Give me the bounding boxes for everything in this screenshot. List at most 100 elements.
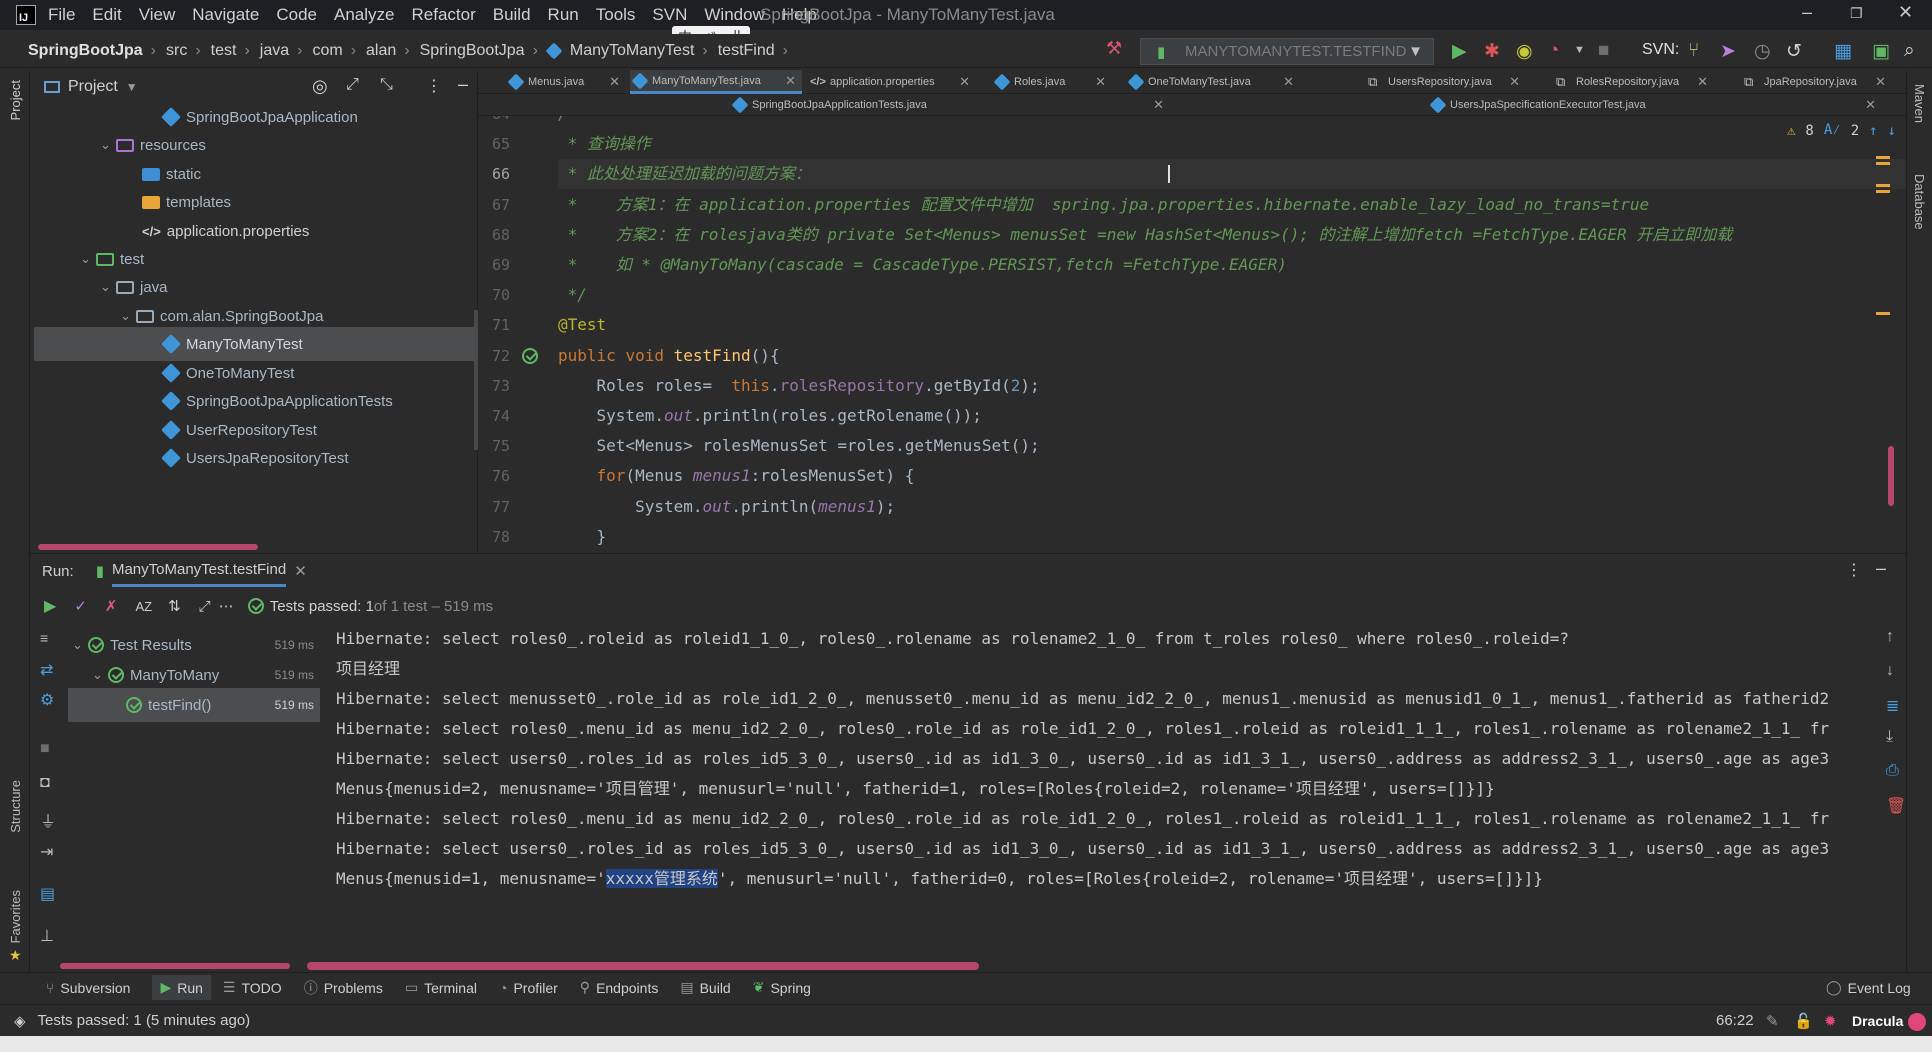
error-stripe-mark[interactable] xyxy=(1876,190,1890,193)
code-line[interactable]: @Test@Test xyxy=(558,310,606,340)
run-tab[interactable]: ManyToManyTest.testFind xyxy=(111,555,287,587)
console-output[interactable]: Hibernate: select roles0_.roleid as role… xyxy=(322,624,1882,924)
line-number[interactable]: 75 xyxy=(478,437,510,455)
line-number[interactable]: 66 xyxy=(478,165,510,183)
edit-icon[interactable]: ✎ xyxy=(1766,1012,1779,1030)
line-number[interactable]: 74 xyxy=(478,407,510,425)
test-results-root[interactable]: ⌄ Test Results 519 ms xyxy=(68,628,320,662)
code-line[interactable]: * 此处处理延迟加载的问题方案： * 此处处理延迟加载的问题方案： xyxy=(558,159,811,189)
menu-refactor[interactable]: Refactor xyxy=(411,5,475,25)
project-view-select[interactable]: Project xyxy=(68,78,118,96)
project-hscrollbar[interactable] xyxy=(38,544,258,550)
debug-icon[interactable]: ✱ xyxy=(1484,40,1500,63)
line-number[interactable]: 67 xyxy=(478,196,510,214)
todo-tool-button[interactable]: ☰ TODO xyxy=(223,979,282,996)
line-number[interactable]: 71 xyxy=(478,316,510,334)
breadcrumb-java[interactable]: java xyxy=(260,42,289,60)
run-configuration-select[interactable]: ▮ MANYTOMANYTEST.TESTFIND ▼ xyxy=(1140,38,1434,65)
terminal-tool-button[interactable]: ▭ Terminal xyxy=(405,979,477,996)
error-stripe-mark[interactable] xyxy=(1876,312,1890,315)
code-line[interactable]: Set<Menus> rolesMenusSet =roles.getMenus… xyxy=(558,431,1040,461)
tab-roles[interactable]: Roles.java ✕ xyxy=(992,70,1112,94)
menu-tools[interactable]: Tools xyxy=(596,5,636,25)
soft-wrap-icon[interactable]: ≣ xyxy=(1886,696,1899,716)
arrow-down-icon[interactable]: ↓ xyxy=(1886,662,1894,680)
camera-icon[interactable]: ◘ xyxy=(40,774,50,792)
more-options-icon[interactable]: ⋮ xyxy=(1846,560,1862,580)
close-tab-icon[interactable]: ✕ xyxy=(609,74,620,90)
breadcrumb-com[interactable]: com xyxy=(312,42,342,60)
power-save-icon[interactable]: ✹ xyxy=(1824,1012,1837,1030)
arrow-up-icon[interactable]: ↑ xyxy=(1869,123,1877,139)
chevron-down-icon[interactable]: ⌄ xyxy=(120,308,136,324)
profiler-tool-button[interactable]: ◔ Profiler xyxy=(499,980,558,996)
collapse-icon[interactable]: ⤡ xyxy=(380,76,393,94)
run-icon[interactable]: ▶ xyxy=(1452,40,1467,63)
chevron-down-icon[interactable]: ▼ xyxy=(126,80,138,94)
rollback-icon[interactable]: ↺ xyxy=(1786,40,1802,63)
menu-code[interactable]: Code xyxy=(276,5,317,25)
database-stripe-button[interactable]: Database xyxy=(1912,174,1927,230)
code-editor[interactable]: 64 65 66 67 68 69 70 71 72 73 74 75 76 77 78 ⚠ 8 A⁄ 2 ↑ … xyxy=(478,116,1906,552)
event-log-button[interactable]: ◯ Event Log xyxy=(1826,979,1911,996)
show-ignored-icon[interactable]: ✗ xyxy=(105,597,118,615)
breadcrumb-method[interactable]: testFind xyxy=(718,42,775,60)
print-icon[interactable]: ⎙ xyxy=(1886,762,1899,780)
code-line[interactable]: */ */ xyxy=(558,280,587,310)
endpoints-tool-button[interactable]: ⚲ Endpoints xyxy=(580,979,659,996)
code-line[interactable]: * 如 * @ManyToMany(cascade = CascadeType.… xyxy=(558,250,1287,280)
breadcrumb-project[interactable]: SpringBootJpa xyxy=(28,42,143,60)
menu-analyze[interactable]: Analyze xyxy=(334,5,394,25)
maven-stripe-button[interactable]: Maven xyxy=(1912,84,1927,123)
close-tab-icon[interactable]: ✕ xyxy=(1283,74,1294,90)
stop-icon[interactable]: ■ xyxy=(40,740,50,758)
code-line[interactable]: System.out.println(menus1); System.out.p… xyxy=(558,492,895,522)
subversion-tool-button[interactable]: ⑂ Subversion xyxy=(46,980,130,996)
run-test-gutter-icon[interactable] xyxy=(522,347,538,364)
caret-position[interactable]: 66:22 xyxy=(1716,1012,1754,1029)
problems-tool-button[interactable]: ⓘ Problems xyxy=(304,978,383,998)
menu-view[interactable]: View xyxy=(139,5,176,25)
spring-tool-button[interactable]: ❦ Spring xyxy=(753,979,811,996)
plug-icon[interactable]: ⏚ xyxy=(40,808,56,832)
theme-label[interactable]: Dracula xyxy=(1852,1013,1903,1029)
search-icon[interactable]: ⌕ xyxy=(1904,40,1915,62)
menu-run[interactable]: Run xyxy=(548,5,579,25)
sort-alpha-icon[interactable]: AZ xyxy=(135,599,152,614)
clear-icon[interactable]: 🗑 xyxy=(1886,796,1906,816)
editor-scrollbar[interactable] xyxy=(1888,446,1894,506)
menu-navigate[interactable]: Navigate xyxy=(192,5,259,25)
line-number[interactable]: 64 xyxy=(478,116,510,123)
menu-window[interactable]: Window xyxy=(704,5,764,25)
exit-icon[interactable]: ⇥ xyxy=(40,842,53,862)
arrow-up-icon[interactable]: ↑ xyxy=(1886,628,1894,646)
close-tab-icon[interactable]: ✕ xyxy=(785,73,796,89)
rerun-icon[interactable]: ▶ xyxy=(44,596,56,616)
line-number[interactable]: 73 xyxy=(478,377,510,395)
code-line[interactable]: /**/** xyxy=(558,116,587,129)
scroll-end-icon[interactable]: ⤓ xyxy=(1886,728,1893,746)
line-number[interactable]: 70 xyxy=(478,286,510,304)
expand-icon[interactable]: ⤢ xyxy=(199,598,211,615)
arrow-down-icon[interactable]: ↓ xyxy=(1888,123,1896,139)
hide-panel-icon[interactable]: – xyxy=(458,74,468,95)
line-number[interactable]: 69 xyxy=(478,256,510,274)
tree-item[interactable]: </> application.properties xyxy=(142,214,309,248)
layout-icon[interactable]: ▤ xyxy=(40,884,55,904)
code-line[interactable]: * 方案2：在 rolesjava类的 private Set<Menus> m… xyxy=(558,220,1733,250)
line-number[interactable]: 65 xyxy=(478,135,510,153)
tab-menus[interactable]: Menus.java ✕ xyxy=(506,70,626,94)
restore-icon[interactable]: ❐ xyxy=(1850,5,1863,22)
theme-indicator-icon[interactable] xyxy=(1908,1013,1926,1031)
chevron-down-icon[interactable]: ⌄ xyxy=(100,279,116,295)
menu-file[interactable]: File xyxy=(48,5,75,25)
line-number[interactable]: 78 xyxy=(478,528,510,546)
close-tab-icon[interactable]: ✕ xyxy=(294,562,307,580)
code-line[interactable]: System.out.println(roles.getRolename());… xyxy=(558,401,982,431)
coverage-icon[interactable]: ◉ xyxy=(1516,40,1533,63)
layers-icon[interactable]: ◈ xyxy=(14,1012,26,1030)
tab-springbootjpaapplicationtests[interactable]: SpringBootJpaApplicationTests.java ✕ xyxy=(730,94,1170,116)
lock-icon[interactable]: 🔓 xyxy=(1794,1012,1813,1030)
locate-icon[interactable]: ◎ xyxy=(312,76,328,97)
tab-onetomanytest[interactable]: OneToManyTest.java ✕ xyxy=(1126,70,1300,94)
